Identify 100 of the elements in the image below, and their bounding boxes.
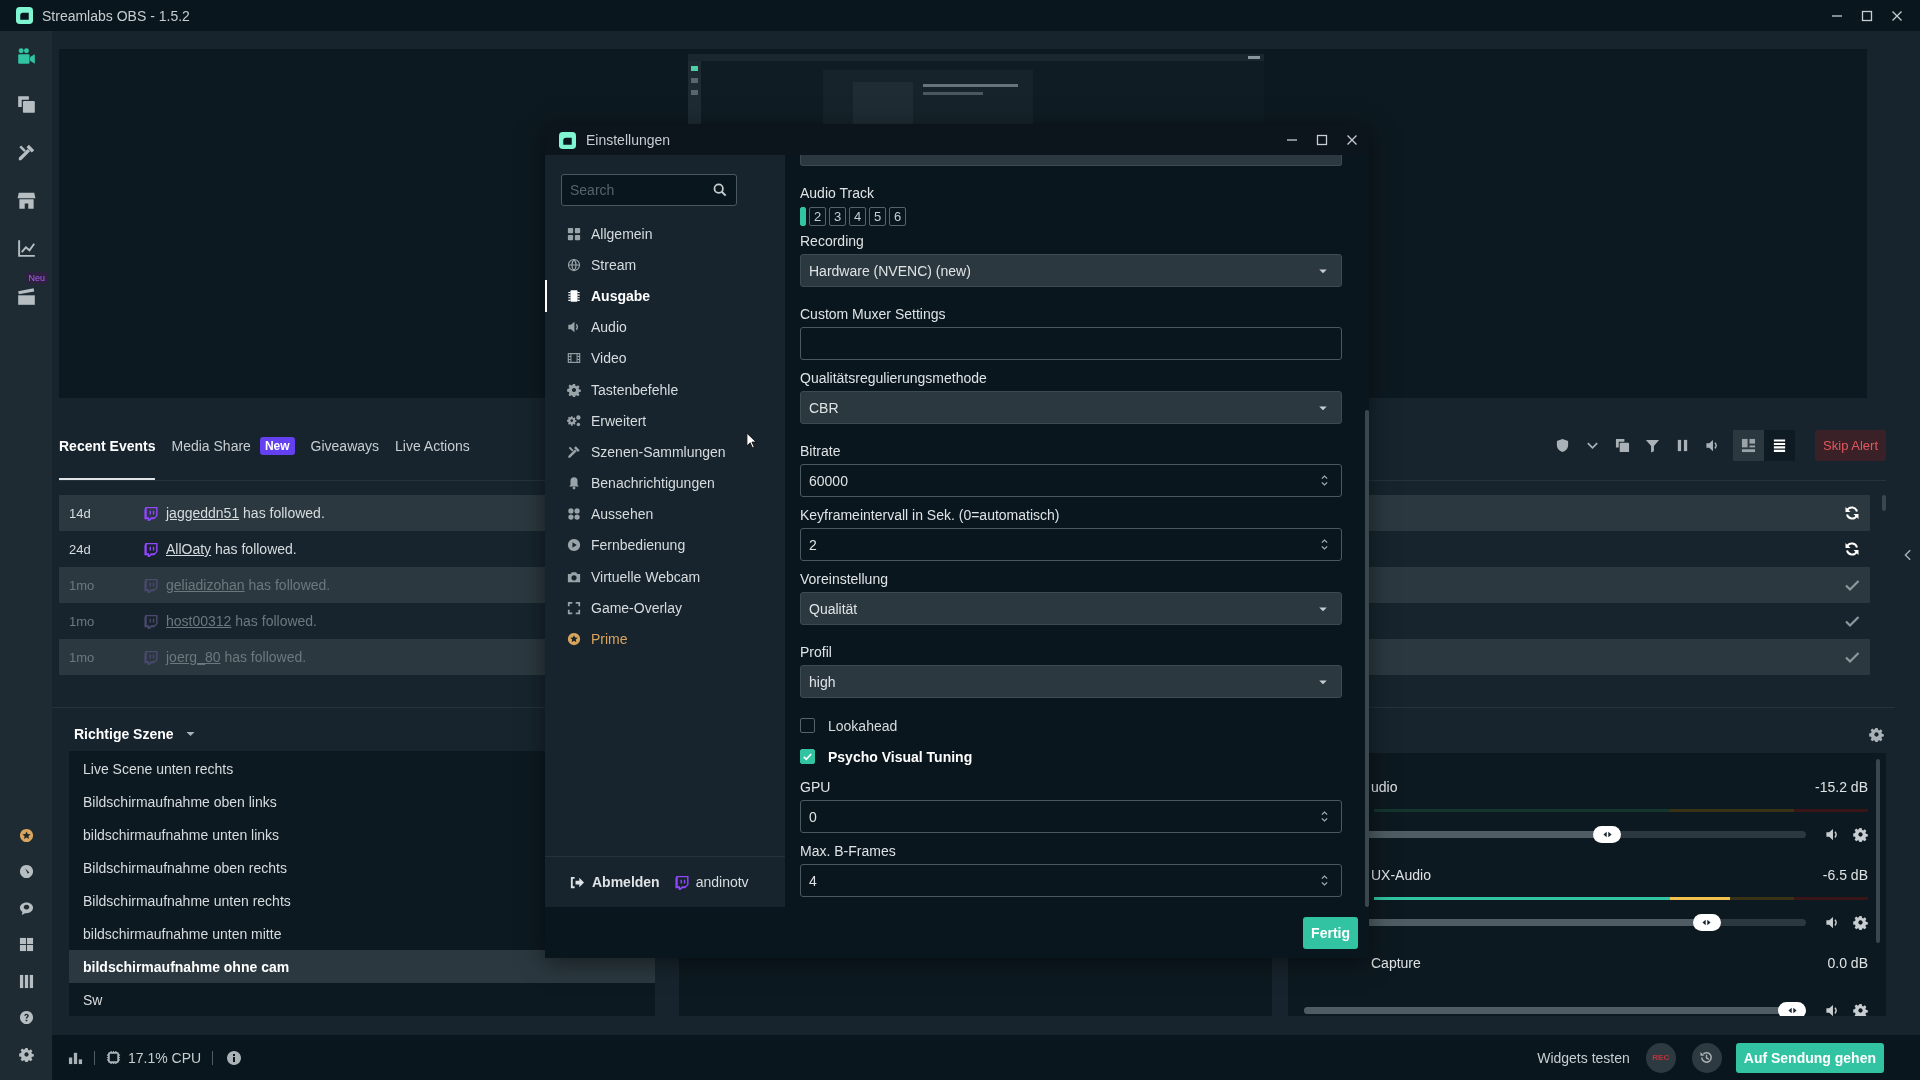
number-field[interactable]: 60000 [800, 464, 1342, 497]
video-camera-icon[interactable] [16, 46, 36, 66]
test-widgets-button[interactable]: Widgets testen [1537, 1049, 1630, 1066]
settings-nav-item[interactable]: Stream [545, 249, 785, 281]
track-button[interactable]: 2 [809, 207, 826, 226]
spinner-icon[interactable] [1320, 873, 1329, 888]
speaker-icon[interactable] [1825, 1002, 1840, 1016]
settings-nav-item[interactable]: Aussehen [545, 498, 785, 530]
scrollbar-thumb[interactable] [1882, 495, 1886, 511]
tools-icon[interactable] [16, 142, 36, 162]
dropdown-field[interactable]: Qualität [800, 592, 1342, 625]
info-icon[interactable] [226, 1049, 243, 1066]
slider-thumb[interactable] [1778, 1001, 1806, 1016]
dropdown-field[interactable]: Hardware (NVENC) (new) [800, 254, 1342, 287]
settings-nav-item[interactable]: Tastenbefehle [545, 373, 785, 406]
settings-nav-item[interactable]: Benachrichtigungen [545, 467, 785, 499]
spinner-icon[interactable] [1320, 809, 1329, 824]
settings-nav-item[interactable]: Erweitert [545, 405, 785, 437]
volume-slider[interactable] [1304, 1001, 1806, 1016]
skip-alert-button[interactable]: Skip Alert [1815, 429, 1886, 461]
slider-thumb[interactable] [1593, 825, 1622, 843]
track-button[interactable]: 3 [829, 207, 846, 226]
grid-icon[interactable] [18, 937, 34, 952]
scrollbar-thumb[interactable] [1876, 759, 1880, 943]
view-toggle-button[interactable] [1764, 429, 1796, 461]
view-toggle-button[interactable] [1733, 429, 1765, 461]
settings-nav-item[interactable]: Prime [545, 623, 785, 655]
refresh-icon[interactable] [1844, 505, 1860, 521]
settings-nav-item[interactable]: Game-Overlay [545, 592, 785, 624]
filter-icon[interactable] [1644, 437, 1660, 453]
bar-chart-icon[interactable] [68, 1050, 83, 1065]
scrollbar-thumb[interactable] [1365, 410, 1369, 907]
maximize-icon[interactable] [1861, 9, 1873, 22]
checkmark-icon[interactable] [1844, 649, 1860, 665]
search-icon[interactable] [713, 183, 727, 197]
number-field[interactable]: 2 [800, 528, 1342, 561]
tab[interactable]: Recent Events [59, 410, 156, 480]
spinner-icon[interactable] [1320, 537, 1329, 552]
settings-icon[interactable] [18, 1046, 34, 1062]
shield-icon[interactable] [1554, 437, 1570, 453]
track-button[interactable]: 5 [869, 207, 886, 226]
checkmark-icon[interactable] [1844, 613, 1860, 629]
close-icon[interactable] [1346, 134, 1358, 146]
refresh-icon[interactable] [1844, 541, 1860, 557]
scene-item[interactable]: Sw [69, 983, 655, 1016]
close-icon[interactable] [1891, 9, 1903, 22]
settings-nav-item[interactable]: Video [545, 342, 785, 374]
checkbox[interactable] [800, 718, 815, 733]
volume-reading: 0.0 dB [1827, 955, 1868, 971]
dashboard-icon[interactable] [18, 864, 34, 879]
tab[interactable]: Media Share New [171, 410, 295, 480]
tab[interactable]: Live Actions [395, 410, 470, 480]
cpu-usage: 17.1% CPU [128, 1049, 202, 1066]
user-link[interactable]: host00312 [166, 613, 232, 629]
replay-button[interactable] [1691, 1042, 1722, 1073]
settings-nav-item[interactable]: Audio [545, 311, 785, 343]
search-field[interactable]: Search [561, 174, 737, 206]
speaker-icon[interactable] [1825, 826, 1840, 842]
maximize-icon[interactable] [1316, 134, 1328, 146]
settings-icon[interactable] [1869, 727, 1884, 742]
track-button[interactable]: 4 [849, 207, 866, 226]
scene-item[interactable]: bildschirmaufnahme ohne cam [69, 950, 655, 983]
checkbox[interactable] [800, 749, 815, 764]
settings-icon[interactable] [1853, 914, 1868, 930]
columns-icon[interactable] [18, 973, 34, 989]
bell-icon [567, 476, 581, 491]
spinner-icon[interactable] [1320, 473, 1329, 488]
event-text: jaggeddn51 has followed. [166, 505, 325, 521]
logout-button[interactable]: Abmelden [569, 874, 660, 890]
speaker-icon[interactable] [1825, 914, 1840, 930]
dropdown-field[interactable]: high [800, 665, 1342, 698]
event-text: AllOaty has followed. [166, 541, 297, 557]
settings-nav-item[interactable]: Ausgabe [545, 280, 785, 312]
input-field[interactable] [800, 327, 1342, 360]
clapperboard-icon[interactable] [16, 286, 36, 306]
volume-icon[interactable] [1704, 437, 1720, 453]
slider-thumb[interactable] [1692, 913, 1721, 931]
settings-nav-item[interactable]: Allgemein [545, 218, 785, 250]
user-link[interactable]: jaggeddn51 [166, 505, 240, 521]
settings-nav-item[interactable]: Szenen-Sammlungen [545, 436, 785, 468]
settings-nav-item[interactable]: Fernbedienung [545, 529, 785, 562]
copy-icon[interactable] [1614, 437, 1630, 453]
user-link[interactable]: AllOaty [166, 541, 212, 557]
settings-icon[interactable] [1853, 826, 1868, 842]
track-button[interactable] [800, 207, 806, 226]
settings-icon[interactable] [1853, 1002, 1868, 1016]
settings-nav-item[interactable]: Virtuelle Webcam [545, 561, 785, 593]
tab[interactable]: Giveaways [310, 410, 380, 480]
number-field[interactable]: 0 [800, 800, 1342, 833]
checkmark-icon[interactable] [1844, 577, 1860, 593]
chart-icon[interactable] [16, 238, 36, 258]
track-button[interactable]: 6 [889, 207, 906, 226]
dropdown-field[interactable] [800, 155, 1342, 166]
chat-icon[interactable] [18, 900, 34, 916]
number-field[interactable]: 4 [800, 864, 1342, 897]
star-icon[interactable] [18, 827, 34, 843]
copy-icon[interactable] [16, 94, 36, 114]
help-icon[interactable] [18, 1010, 34, 1025]
store-icon[interactable] [16, 190, 36, 210]
dropdown-field[interactable]: CBR [800, 391, 1342, 424]
